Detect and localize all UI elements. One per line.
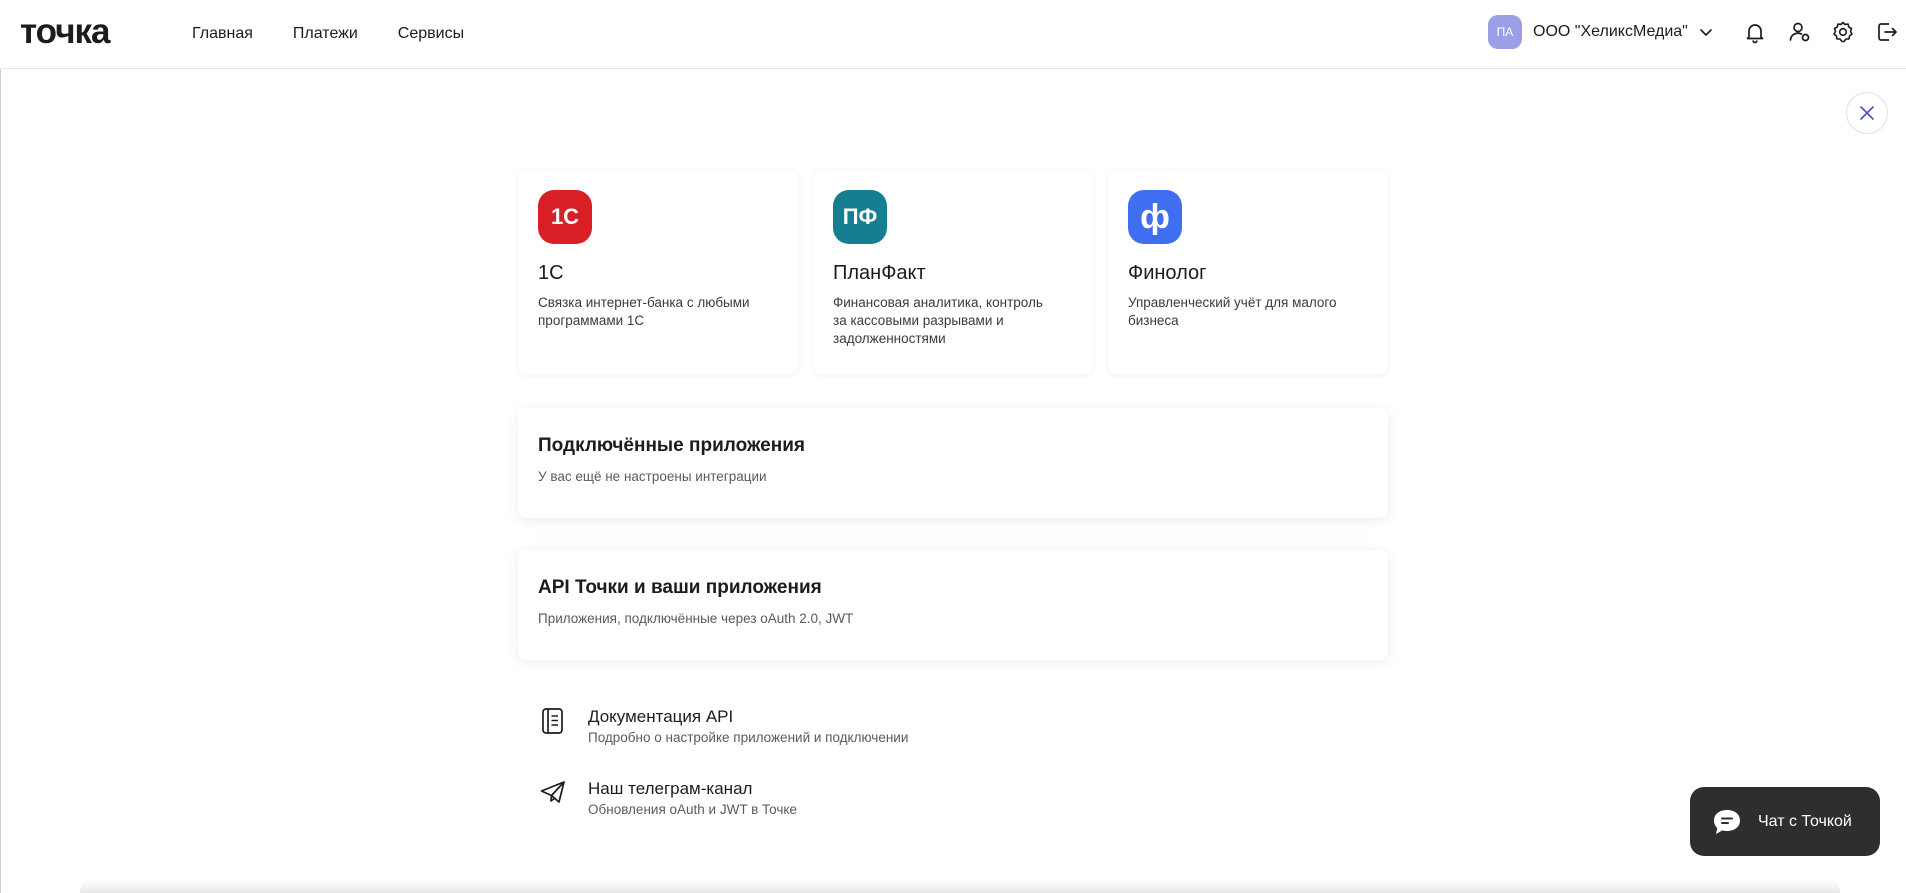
app-logo-text: 1С (550, 204, 580, 229)
chat-label: Чат с Точкой (1758, 812, 1852, 830)
app-card-finolog[interactable]: ф Финолог Управленческий учёт для малого… (1108, 170, 1388, 374)
connected-apps-title: Подключённые приложения (538, 435, 805, 456)
link-text: Наш телеграм-канал Обновления oAuth и JW… (588, 779, 797, 817)
link-title: Документация API (588, 707, 734, 726)
api-card-subtitle: Приложения, подключённые через oAuth 2.0… (538, 611, 854, 626)
api-card[interactable]: API Точки и ваши приложения Приложения, … (518, 550, 1388, 660)
gear-icon[interactable] (1830, 19, 1856, 45)
app-title: 1С (538, 262, 564, 284)
app-card-planfact[interactable]: ПФ ПланФакт Финансовая аналитика, контро… (813, 170, 1093, 374)
telegram-icon (538, 779, 568, 809)
nav-item-services[interactable]: Сервисы (398, 25, 464, 43)
app-logo-text: ПФ (842, 204, 878, 229)
user-link-icon[interactable] (1786, 19, 1812, 45)
account-switcher[interactable]: ПА ООО "ХеликсМедиа" (1488, 15, 1714, 49)
app-logo-1c: 1С (538, 190, 592, 244)
logo[interactable]: точка (20, 10, 110, 54)
nav-item-payments[interactable]: Платежи (293, 25, 358, 43)
main-nav: Главная Платежи Сервисы (192, 0, 464, 68)
nav-item-home[interactable]: Главная (192, 25, 253, 43)
link-text: Документация API Подробно о настройке пр… (588, 707, 908, 745)
close-button[interactable] (1846, 92, 1888, 134)
bottom-panel-edge (80, 880, 1840, 893)
link-telegram[interactable]: Наш телеграм-канал Обновления oAuth и JW… (538, 779, 797, 817)
app-description: Связка интернет-банка с любыми программа… (538, 295, 750, 328)
connected-apps-card[interactable]: Подключённые приложения У вас ещё не нас… (518, 408, 1388, 518)
document-icon (538, 707, 568, 737)
app-logo-planfact: ПФ (833, 190, 887, 244)
top-bar: точка Главная Платежи Сервисы ПА ООО "Хе… (0, 0, 1906, 69)
app-title: ПланФакт (833, 262, 926, 284)
window-edge (0, 0, 1, 893)
link-subtitle: Подробно о настройке приложений и подклю… (588, 730, 909, 745)
chat-button[interactable]: Чат с Точкой (1690, 787, 1880, 856)
link-title: Наш телеграм-канал (588, 779, 753, 798)
app-card-1c[interactable]: 1С 1С Связка интернет-банка с любыми про… (518, 170, 798, 374)
app-title: Финолог (1128, 262, 1207, 284)
account-name: ООО "ХеликсМедиа" (1533, 23, 1688, 40)
app-description: Финансовая аналитика, контроль за кассов… (833, 295, 1043, 346)
app-description: Управленческий учёт для малого бизнеса (1128, 295, 1337, 328)
app-logo-text: ф (1140, 197, 1170, 236)
link-subtitle: Обновления oAuth и JWT в Точке (588, 802, 797, 817)
close-icon (1860, 106, 1874, 120)
avatar: ПА (1488, 15, 1522, 49)
link-api-docs[interactable]: Документация API Подробно о настройке пр… (538, 707, 908, 745)
app-logo-finolog: ф (1128, 190, 1182, 244)
api-card-title: API Точки и ваши приложения (538, 577, 822, 598)
chevron-down-icon (1700, 29, 1712, 36)
chat-icon (1714, 809, 1740, 834)
connected-apps-subtitle: У вас ещё не настроены интеграции (538, 469, 767, 484)
logout-icon[interactable] (1874, 19, 1900, 45)
bell-icon[interactable] (1742, 19, 1768, 45)
